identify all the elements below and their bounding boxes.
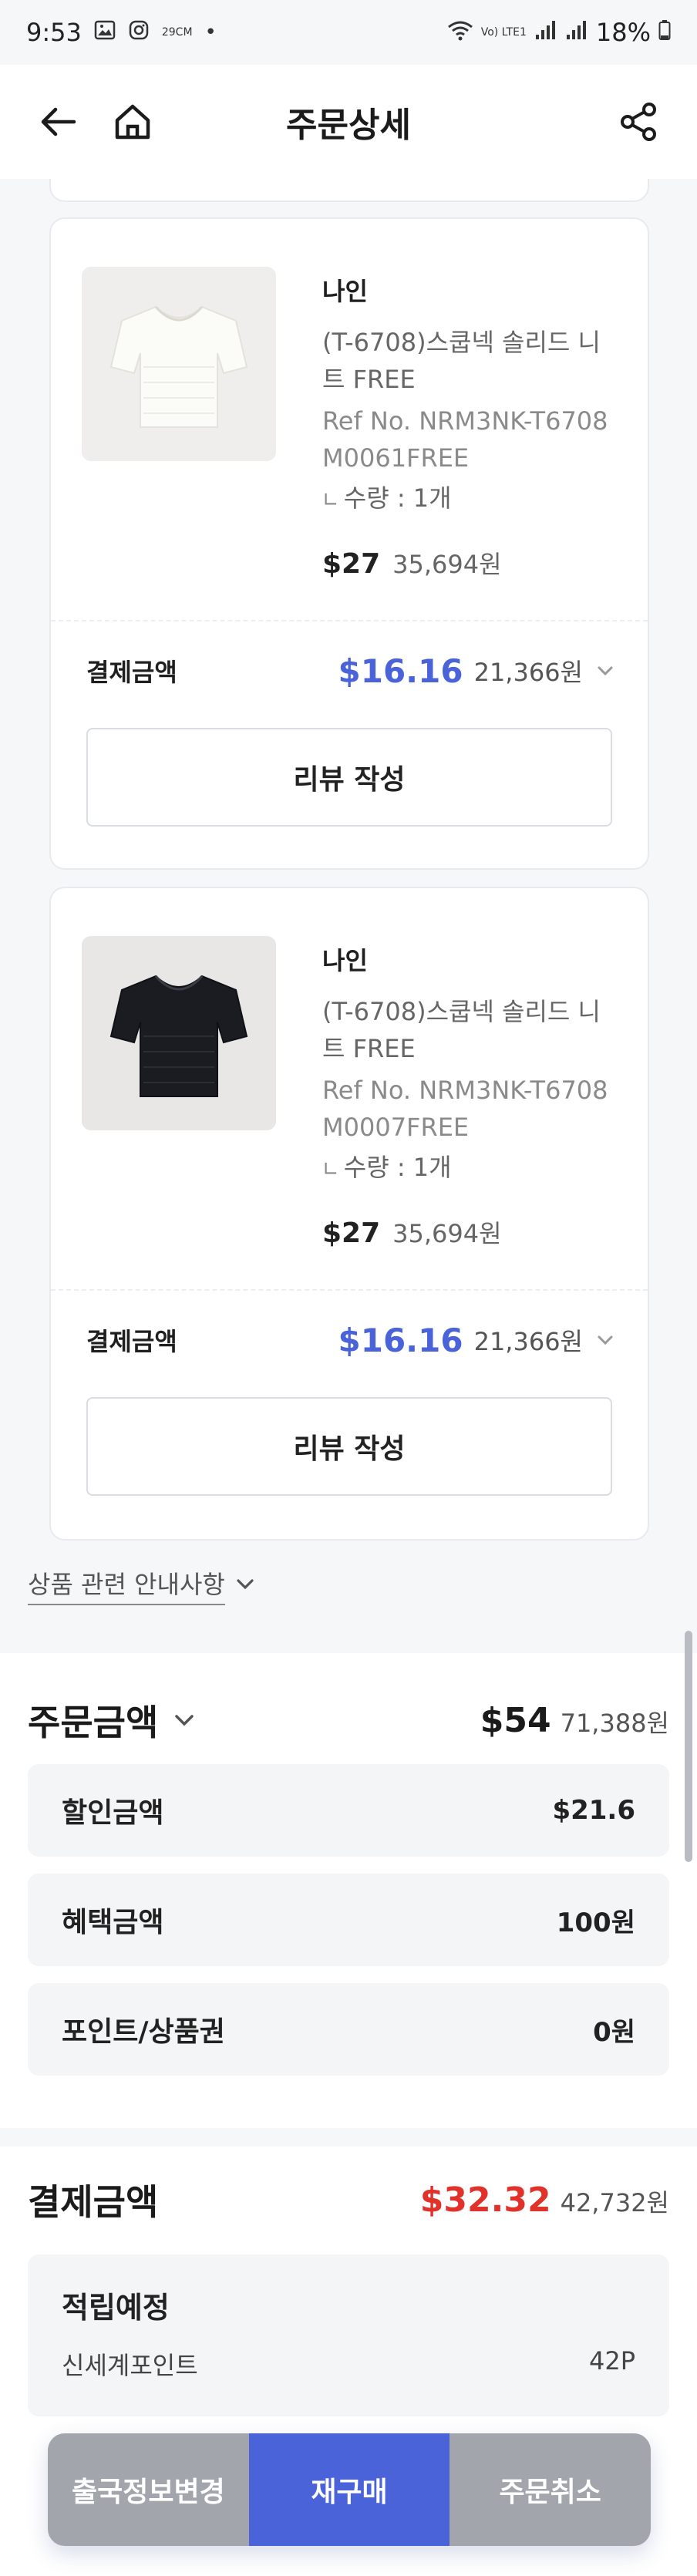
scrollbar[interactable]: [685, 1631, 692, 1862]
gallery-notification-icon: [94, 19, 116, 46]
more-notifications-dot-icon: •: [204, 21, 217, 44]
arrow-left-icon: [41, 107, 76, 136]
points-value: 42P: [588, 2346, 635, 2376]
product-notice-toggle[interactable]: 상품 관련 안내사항: [28, 1565, 256, 1605]
price-row: $27 35,694원: [322, 545, 617, 581]
temperature-badge: 29CM: [161, 26, 193, 39]
chevron-down-icon: [172, 1708, 197, 1732]
corner-bracket-icon: ∟: [322, 489, 339, 512]
share-button[interactable]: [611, 94, 666, 150]
status-time: 9:53: [26, 18, 82, 47]
signal-icon: [534, 18, 557, 47]
price-usd: $27: [322, 1217, 381, 1249]
chevron-down-icon[interactable]: [594, 659, 617, 682]
payment-title: 결제금액: [28, 2181, 159, 2223]
expected-points-box: 적립예정 신세계포인트 42P: [28, 2254, 669, 2416]
payment-krw: 21,366원: [473, 658, 583, 687]
product-ref-number: Ref No. NRM3NK-T6708M0061FREE: [322, 406, 608, 473]
price-usd: $27: [322, 548, 381, 580]
home-icon: [115, 104, 150, 140]
wifi-icon: [447, 18, 473, 47]
top-app-bar: 주문상세: [0, 65, 697, 179]
points-giftcard-row: 포인트/상품권 0원: [28, 1983, 669, 2076]
final-payment-krw: 42,732원: [560, 2187, 669, 2217]
home-button[interactable]: [105, 94, 160, 150]
product-info: 나인 (T-6708)스쿱넥 솔리드 니트 FREE Ref No. NRM3N…: [82, 936, 617, 1260]
status-bar: 9:53 29CM • Vo) LTE1 18%: [0, 0, 697, 65]
payment-usd: $16.16: [338, 1321, 463, 1359]
product-text: 나인 (T-6708)스쿱넥 솔리드 니트 FREE Ref No. NRM3N…: [322, 944, 617, 1250]
chevron-down-icon: [234, 1573, 256, 1598]
product-image[interactable]: [82, 936, 276, 1130]
product-image[interactable]: [82, 267, 276, 461]
payment-amount-values: $16.16 21,366원: [338, 1322, 618, 1359]
battery-level: 18%: [595, 18, 651, 47]
brand-name[interactable]: 나인: [322, 274, 617, 308]
payment-amount-label: 결제금액: [86, 658, 177, 687]
product-name[interactable]: (T-6708)스쿱넥 솔리드 니트 FREE: [322, 993, 617, 1067]
order-amount-title: 주문금액: [28, 1702, 159, 1743]
change-departure-info-button[interactable]: 출국정보변경: [48, 2433, 249, 2546]
quantity-row: ∟ 수량 : 1개: [322, 480, 617, 519]
payment-values: $32.32 42,732원: [420, 2180, 669, 2220]
benefit-value: 100원: [556, 1907, 635, 1938]
product-card: 나인 (T-6708)스쿱넥 솔리드 니트 FREE Ref No. NRM3N…: [49, 887, 649, 1541]
product-notice-label: 상품 관련 안내사항: [28, 1565, 225, 1605]
product-ref-number: Ref No. NRM3NK-T6708M0007FREE: [322, 1076, 608, 1142]
points-giftcard-label: 포인트/상품권: [62, 2016, 225, 2048]
price-krw: 35,694원: [392, 1219, 502, 1248]
ivory-knit-top-image: [82, 267, 276, 461]
back-button[interactable]: [31, 94, 86, 150]
instagram-notification-icon: [128, 19, 150, 46]
divider: [51, 620, 648, 621]
order-amount-krw: 71,388원: [560, 1708, 669, 1738]
benefit-amount-row: 혜택금액 100원: [28, 1874, 669, 1966]
write-review-button[interactable]: 리뷰 작성: [86, 728, 612, 827]
network-label: Vo) LTE1: [480, 26, 527, 39]
product-card: 나인 (T-6708)스쿱넥 솔리드 니트 FREE Ref No. NRM3N…: [49, 217, 649, 870]
points-label: 신세계포인트: [62, 2351, 198, 2380]
previous-card-edge: [49, 179, 649, 202]
quantity-text: 수량 : 1개: [343, 483, 452, 513]
quantity-text: 수량 : 1개: [343, 1153, 452, 1182]
final-payment-usd: $32.32: [419, 2180, 551, 2220]
divider: [51, 1289, 648, 1291]
payment-usd: $16.16: [338, 652, 463, 690]
payment-amount-row[interactable]: 결제금액 $16.16 21,366원: [86, 648, 617, 694]
cancel-order-button[interactable]: 주문취소: [450, 2433, 651, 2546]
bottom-action-bar: 출국정보변경 재구매 주문취소: [48, 2433, 651, 2546]
price-row: $27 35,694원: [322, 1214, 617, 1250]
payment-header: 결제금액 $32.32 42,732원: [28, 2174, 669, 2225]
chevron-down-icon[interactable]: [594, 1328, 617, 1352]
product-text: 나인 (T-6708)스쿱넥 솔리드 니트 FREE Ref No. NRM3N…: [322, 274, 617, 581]
payment-amount-values: $16.16 21,366원: [338, 652, 618, 690]
corner-bracket-icon: ∟: [322, 1158, 339, 1181]
share-icon: [621, 103, 656, 141]
order-amount-section: 주문금액 $54 71,388원 할인금액 $21.6 혜택금액 100원 포인…: [0, 1653, 697, 2128]
brand-name[interactable]: 나인: [322, 944, 617, 978]
payment-amount-label: 결제금액: [86, 1327, 177, 1356]
battery-icon: [658, 18, 671, 47]
points-row: 신세계포인트 42P: [62, 2346, 635, 2382]
product-info: 나인 (T-6708)스쿱넥 솔리드 니트 FREE Ref No. NRM3N…: [82, 267, 617, 591]
discount-label: 할인금액: [62, 1797, 164, 1829]
discount-amount-row: 할인금액 $21.6: [28, 1764, 669, 1857]
expected-points-title: 적립예정: [62, 2291, 170, 2325]
order-amount-header[interactable]: 주문금액 $54 71,388원: [28, 1695, 669, 1746]
quantity-row: ∟ 수량 : 1개: [322, 1149, 617, 1188]
product-name[interactable]: (T-6708)스쿱넥 솔리드 니트 FREE: [322, 324, 617, 398]
points-giftcard-value: 0원: [593, 2016, 635, 2048]
reorder-button[interactable]: 재구매: [248, 2433, 450, 2546]
payment-amount-row[interactable]: 결제금액 $16.16 21,366원: [86, 1317, 617, 1363]
payment-krw: 21,366원: [473, 1327, 583, 1356]
signal-icon-2: [565, 18, 588, 47]
benefit-label: 혜택금액: [62, 1907, 164, 1938]
write-review-button[interactable]: 리뷰 작성: [86, 1397, 612, 1496]
price-krw: 35,694원: [392, 550, 502, 579]
order-amount-usd: $54: [480, 1700, 551, 1740]
black-knit-top-image: [82, 936, 276, 1130]
order-amount-values: $54 71,388원: [480, 1701, 669, 1740]
discount-value: $21.6: [552, 1795, 635, 1826]
